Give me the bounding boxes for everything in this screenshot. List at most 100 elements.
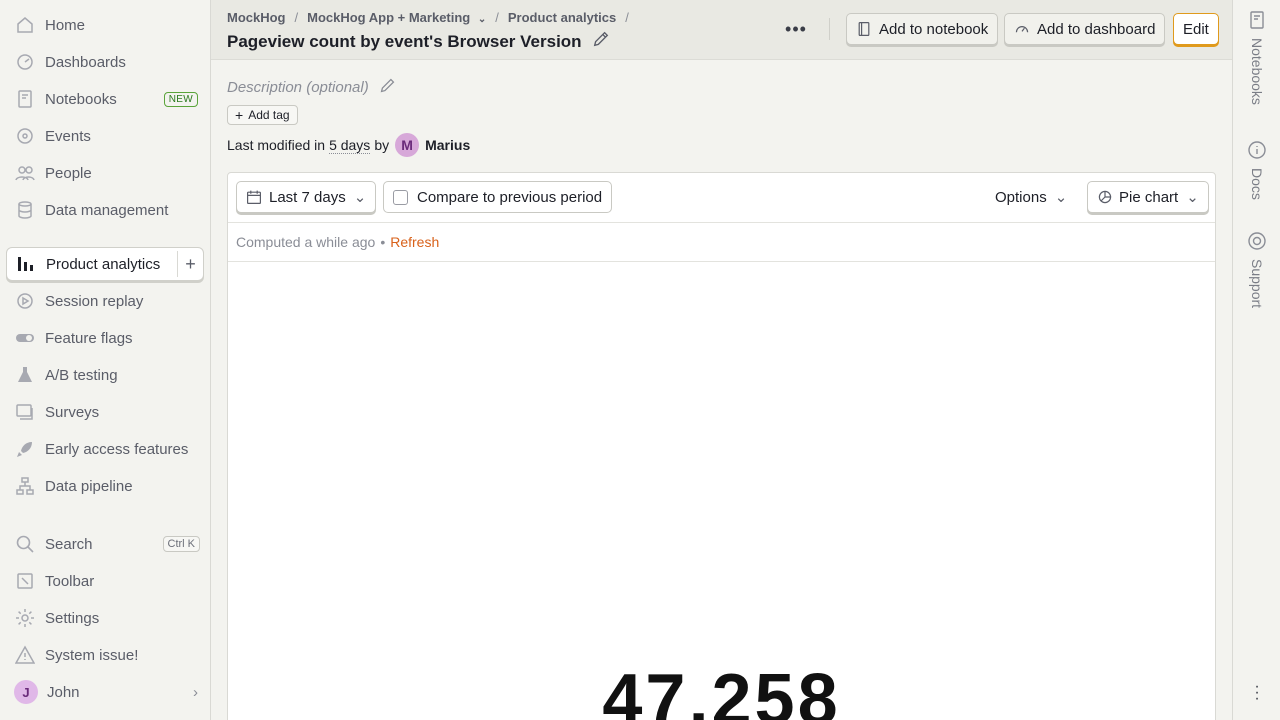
compare-toggle[interactable]: Compare to previous period [383,181,613,213]
page-title: Pageview count by event's Browser Versio… [227,30,610,53]
breadcrumb-project[interactable]: MockHog App + Marketing ⌄ [307,10,486,25]
modified-by: by [374,137,390,153]
rail-docs[interactable]: Docs [1245,140,1269,200]
main-content: Description (optional) + Add tag Last mo… [211,60,1232,720]
computed-text: Computed a while ago [236,234,376,250]
pipeline-icon [14,475,36,497]
breadcrumb-section[interactable]: Product analytics [508,10,616,25]
options-dropdown[interactable]: Options ⌄ [995,181,1067,213]
bar-chart-icon [15,253,37,275]
description-field[interactable]: Description (optional) [227,77,396,98]
sidebar-item-label: Settings [45,609,100,627]
sidebar-item-toolbar[interactable]: Toolbar [6,564,204,598]
breadcrumb-separator: / [294,10,299,25]
rail-more-icon[interactable]: · · · [1245,679,1269,707]
header-divider [829,18,830,40]
people-icon [14,162,36,184]
add-to-dashboard-label: Add to dashboard [1037,20,1156,38]
sidebar-item-events[interactable]: Events [6,119,204,153]
breadcrumb: MockHog / MockHog App + Marketing ⌄ / Pr… [227,10,638,25]
calendar-icon [247,190,261,204]
sidebar-item-label: A/B testing [45,366,118,384]
sidebar-item-system-issue[interactable]: System issue! [6,638,204,672]
modified-time: 5 days [329,136,371,154]
rail-notebooks[interactable]: Notebooks [1245,10,1269,105]
sidebar-item-notebooks[interactable]: Notebooks NEW [6,82,204,116]
chevron-down-icon: ⌄ [1186,189,1199,206]
sidebar-item-label: Feature flags [45,329,133,347]
sidebar-item-people[interactable]: People [6,156,204,190]
search-icon [14,533,36,555]
sidebar-item-label: Data management [45,201,169,219]
new-badge: NEW [163,91,198,107]
chevron-down-icon: ⌄ [477,14,487,25]
sidebar-item-home[interactable]: Home [6,8,204,42]
breadcrumb-project-label: MockHog App + Marketing [307,10,471,25]
events-icon [14,125,36,147]
avatar: M [395,133,420,157]
sidebar-item-surveys[interactable]: Surveys [6,395,204,429]
breadcrumb-separator: / [495,10,499,25]
sidebar-item-settings[interactable]: Settings [6,601,204,635]
chart-type-select[interactable]: Pie chart ⌄ [1087,181,1209,213]
sidebar-item-label: Toolbar [45,572,95,590]
breadcrumb-org[interactable]: MockHog [227,10,286,25]
sidebar-item-label: Search [45,535,93,553]
total-count: 47,258 [602,660,841,720]
sidebar-item-label: Dashboards [45,53,126,71]
add-to-dashboard-button[interactable]: Add to dashboard [1004,13,1166,45]
rail-support-label: Support [1249,259,1265,309]
sidebar-item-label: Events [45,127,91,145]
user-avatar: J [14,680,38,704]
add-to-notebook-button[interactable]: Add to notebook [846,13,999,45]
sidebar-item-early-access[interactable]: Early access features [6,432,204,466]
date-range-select[interactable]: Last 7 days ⌄ [236,181,377,213]
left-sidebar: Home Dashboards Notebooks NEW Events Peo… [0,0,211,720]
compare-checkbox[interactable] [393,189,408,205]
rocket-icon [14,438,36,460]
date-range-value: Last 7 days [269,188,346,206]
sidebar-item-label: People [45,164,92,182]
sidebar-item-session-replay[interactable]: Session replay [6,284,204,318]
sidebar-item-ab-testing[interactable]: A/B testing [6,358,204,392]
pencil-icon[interactable] [379,77,396,98]
sidebar-item-label: Home [45,16,86,34]
flask-icon [14,364,36,386]
chart-type-value: Pie chart [1119,188,1179,206]
rail-support[interactable]: Support [1245,231,1269,308]
sidebar-item-user[interactable]: J John › [6,675,204,709]
info-icon [1248,141,1266,159]
sidebar-item-label: System issue! [45,646,139,664]
compare-label: Compare to previous period [417,188,603,206]
sidebar-item-search[interactable]: Search Ctrl K [6,527,204,561]
last-modified: Last modified in 5 days by M Marius [227,133,470,157]
dashboard-icon [1015,26,1029,33]
sidebar-item-dashboards[interactable]: Dashboards [6,45,204,79]
page-title-text: Pageview count by event's Browser Versio… [227,31,582,51]
computed-status: Computed a while ago • Refresh [228,223,1215,262]
new-insight-plus-icon[interactable]: + [177,251,203,277]
rail-docs-label: Docs [1249,168,1265,200]
author-name: Marius [425,137,471,153]
warning-icon [14,644,36,666]
more-options-icon[interactable]: ••• [785,18,807,40]
edit-button[interactable]: Edit [1173,13,1219,45]
sidebar-item-product-analytics[interactable]: Product analytics + [6,247,204,281]
notebook-icon [14,88,36,110]
toolbar-icon [14,570,36,592]
pencil-icon[interactable] [592,30,610,53]
user-name: John [47,683,80,701]
options-label: Options [995,188,1047,206]
dashboard-icon [14,51,36,73]
sidebar-item-label: Data pipeline [45,477,133,495]
sidebar-item-data-management[interactable]: Data management [6,193,204,227]
description-placeholder: Description (optional) [227,79,369,96]
refresh-link[interactable]: Refresh [390,234,439,250]
page-header: MockHog / MockHog App + Marketing ⌄ / Pr… [211,0,1232,60]
sidebar-item-data-pipeline[interactable]: Data pipeline [6,469,204,503]
chevron-right-icon: › [193,683,198,701]
home-icon [14,14,36,36]
sidebar-item-label: Early access features [45,440,189,458]
sidebar-item-feature-flags[interactable]: Feature flags [6,321,204,355]
add-tag-button[interactable]: + Add tag [227,105,298,125]
